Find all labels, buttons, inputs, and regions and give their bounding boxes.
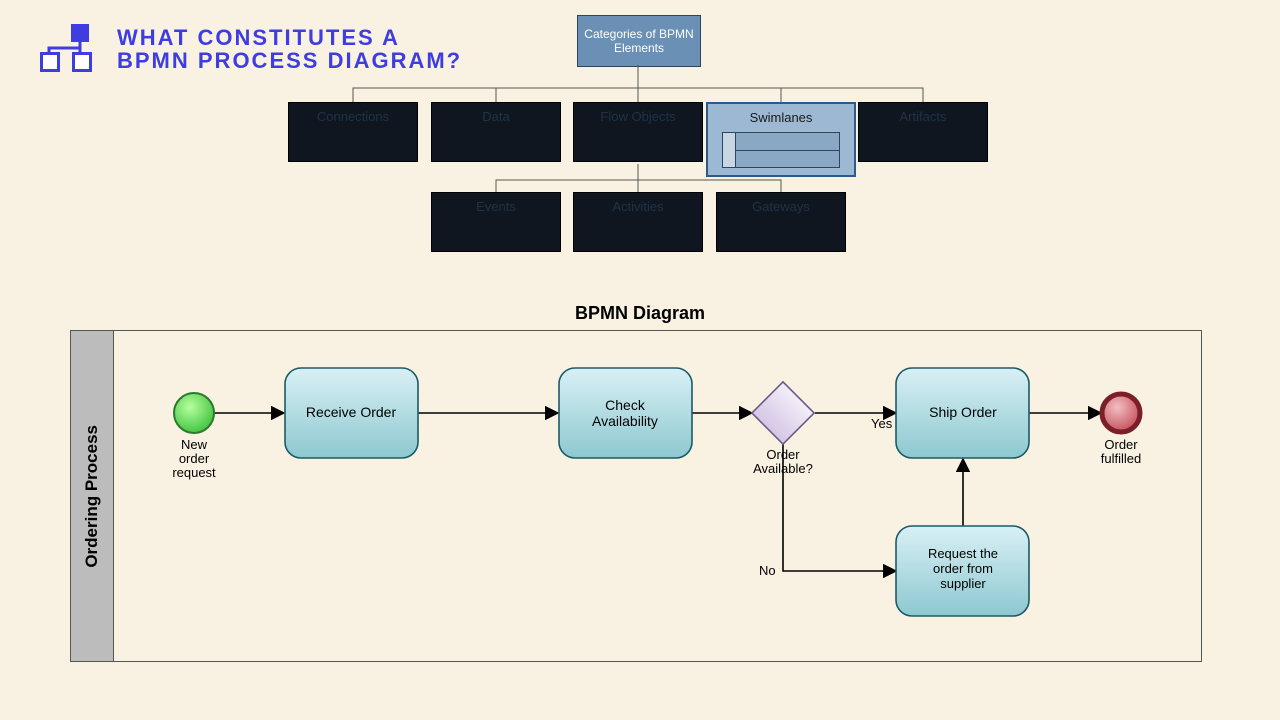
category-artifacts: Artifacts	[858, 102, 988, 162]
edge-no-label: No	[759, 563, 776, 578]
swimlane-icon	[722, 132, 840, 168]
category-connections: Connections	[288, 102, 418, 162]
start-event	[174, 393, 214, 433]
category-data: Data	[431, 102, 561, 162]
bpmn-pool: Ordering Process	[70, 330, 1202, 662]
category-gateways: Gateways	[716, 192, 846, 252]
end-event	[1102, 394, 1140, 432]
task-receive-order-label: Receive Order	[306, 404, 397, 420]
start-label: Neworderrequest	[172, 437, 216, 480]
task-ship-order-label: Ship Order	[929, 404, 997, 420]
diagram-title: BPMN Diagram	[0, 303, 1280, 324]
category-flow-objects: Flow Objects	[573, 102, 703, 162]
title-line1: WHAT CONSTITUTES A	[117, 26, 462, 49]
page-title: WHAT CONSTITUTES A BPMN PROCESS DIAGRAM?	[117, 26, 462, 72]
end-label: Orderfulfilled	[1101, 437, 1141, 466]
category-events: Events	[431, 192, 561, 252]
category-swimlanes[interactable]: Swimlanes	[706, 102, 856, 177]
category-root: Categories of BPMN Elements	[577, 15, 701, 67]
edge-yes-label: Yes	[871, 416, 893, 431]
title-line2: BPMN PROCESS DIAGRAM?	[117, 49, 462, 72]
category-activities: Activities	[573, 192, 703, 252]
category-swimlanes-label: Swimlanes	[750, 110, 813, 125]
gateway-order-available	[752, 382, 814, 444]
gateway-label: OrderAvailable?	[753, 447, 813, 476]
